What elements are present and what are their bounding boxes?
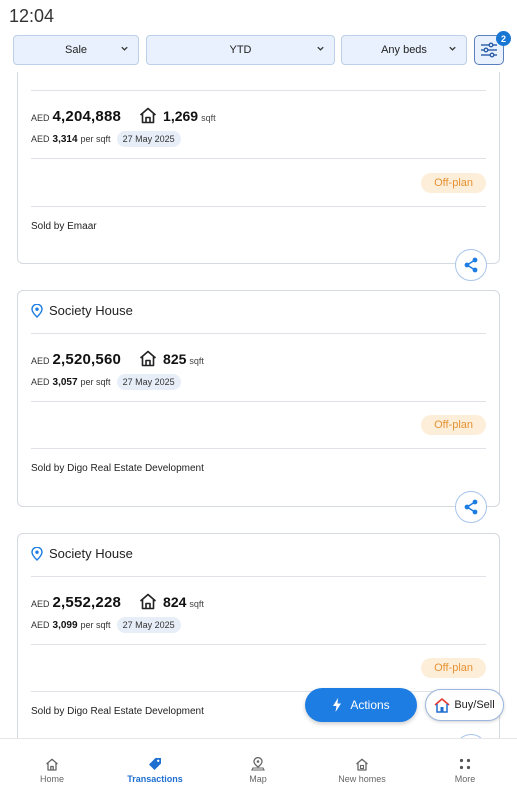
date-chip: 27 May 2025 (116, 131, 181, 147)
chevron-down-icon (317, 46, 324, 51)
divider (31, 576, 486, 577)
price-value: 2,552,228 (52, 594, 122, 611)
beds-filter[interactable]: Any beds (341, 35, 467, 65)
buy-sell-button[interactable]: Buy/Sell (425, 689, 504, 721)
project-title: Society House (49, 546, 133, 561)
divider (31, 333, 486, 334)
actions-button[interactable]: Actions (305, 688, 417, 722)
area-unit: sqft (189, 356, 204, 366)
date-chip: 27 May 2025 (116, 617, 181, 633)
per-sqft-label: per sqft (80, 620, 111, 630)
new-home-icon (355, 757, 369, 771)
sale-type-filter[interactable]: Sale (13, 35, 139, 65)
seller-text: Sold by Digo Real Estate Development (31, 463, 204, 474)
price-value: 4,204,888 (52, 108, 122, 125)
house-icon (140, 350, 157, 367)
per-sqft-label: per sqft (80, 134, 111, 144)
divider (31, 90, 486, 91)
status-badge: Off-plan (421, 173, 486, 193)
location-pin-icon (31, 303, 43, 318)
divider (31, 401, 486, 402)
nav-map[interactable]: Map (238, 739, 278, 800)
actions-button-label: Actions (350, 698, 390, 712)
nav-more-label: More (454, 774, 476, 784)
nav-transactions[interactable]: Transactions (120, 739, 190, 800)
divider (31, 206, 486, 207)
nav-home-label: Home (39, 774, 64, 784)
divider (31, 448, 486, 449)
price-row: AED 4,204,888 1,269 sqft (31, 104, 216, 125)
location-pin-icon (31, 546, 43, 561)
transactions-list[interactable]: AED 4,204,888 1,269 sqft AED 3,314 per s… (0, 72, 517, 738)
price-row: AED 2,520,560 825 sqft (31, 347, 204, 368)
currency-label: AED (31, 134, 50, 144)
date-chip: 27 May 2025 (116, 374, 181, 390)
area-value: 824 (163, 594, 187, 610)
area-unit: sqft (201, 113, 216, 123)
tag-icon (148, 757, 162, 771)
title-row: Society House (31, 303, 133, 318)
house-icon (140, 593, 157, 610)
divider (31, 158, 486, 159)
transaction-card[interactable]: AED 4,204,888 1,269 sqft AED 3,314 per s… (17, 72, 500, 281)
nav-new-homes[interactable]: New homes (327, 739, 397, 800)
currency-label: AED (31, 356, 50, 366)
share-icon (464, 499, 478, 515)
nav-transactions-label: Transactions (127, 774, 183, 784)
period-filter[interactable]: YTD (146, 35, 335, 65)
price-per-sqft-value: 3,314 (52, 133, 78, 145)
per-sqft-label: per sqft (80, 377, 111, 387)
lightning-icon (333, 698, 342, 712)
more-dots-icon (458, 757, 472, 771)
nav-new-homes-label: New homes (338, 774, 386, 784)
price-value: 2,520,560 (52, 351, 122, 368)
currency-label: AED (31, 113, 50, 123)
nav-map-label: Map (249, 774, 267, 784)
currency-label: AED (31, 377, 50, 387)
nav-more[interactable]: More (444, 739, 486, 800)
status-bar: 12:04 (0, 0, 517, 32)
status-time: 12:04 (9, 6, 55, 26)
status-badge: Off-plan (421, 658, 486, 678)
home-sale-icon (434, 697, 450, 713)
filter-count-badge: 2 (496, 31, 511, 46)
price-per-sqft-row: AED 3,057 per sqft 27 May 2025 (31, 374, 181, 390)
sale-type-filter-label: Sale (64, 44, 88, 56)
share-icon (464, 257, 478, 273)
beds-filter-label: Any beds (381, 44, 427, 56)
map-pin-icon (251, 757, 265, 771)
area-value: 1,269 (163, 108, 199, 124)
project-title: Society House (49, 303, 133, 318)
house-icon (140, 107, 157, 124)
price-per-sqft-row: AED 3,099 per sqft 27 May 2025 (31, 617, 181, 633)
status-badge: Off-plan (421, 415, 486, 435)
price-per-sqft-value: 3,057 (52, 376, 78, 388)
sliders-icon (481, 42, 497, 58)
area-value: 825 (163, 351, 187, 367)
share-button[interactable] (455, 491, 487, 523)
area-unit: sqft (189, 599, 204, 609)
transaction-card[interactable]: Society House AED 2,520,560 825 sqft AED… (17, 290, 500, 523)
title-row: Society House (31, 546, 133, 561)
price-row: AED 2,552,228 824 sqft (31, 590, 204, 611)
seller-text: Sold by Emaar (31, 221, 97, 232)
nav-home[interactable]: Home (27, 739, 77, 800)
share-button[interactable] (455, 249, 487, 281)
filter-bar: Sale YTD Any beds (0, 32, 517, 72)
price-per-sqft-row: AED 3,314 per sqft 27 May 2025 (31, 131, 181, 147)
bottom-navigation: Home Transactions Map New homes More (0, 738, 517, 800)
period-filter-label: YTD (229, 44, 252, 56)
buy-sell-button-label: Buy/Sell (454, 699, 495, 711)
currency-label: AED (31, 620, 50, 630)
chevron-down-icon (121, 46, 128, 51)
price-per-sqft-value: 3,099 (52, 619, 78, 631)
currency-label: AED (31, 599, 50, 609)
home-icon (45, 757, 59, 771)
divider (31, 644, 486, 645)
seller-text: Sold by Digo Real Estate Development (31, 706, 204, 717)
divider (31, 691, 486, 692)
chevron-down-icon (449, 46, 456, 51)
